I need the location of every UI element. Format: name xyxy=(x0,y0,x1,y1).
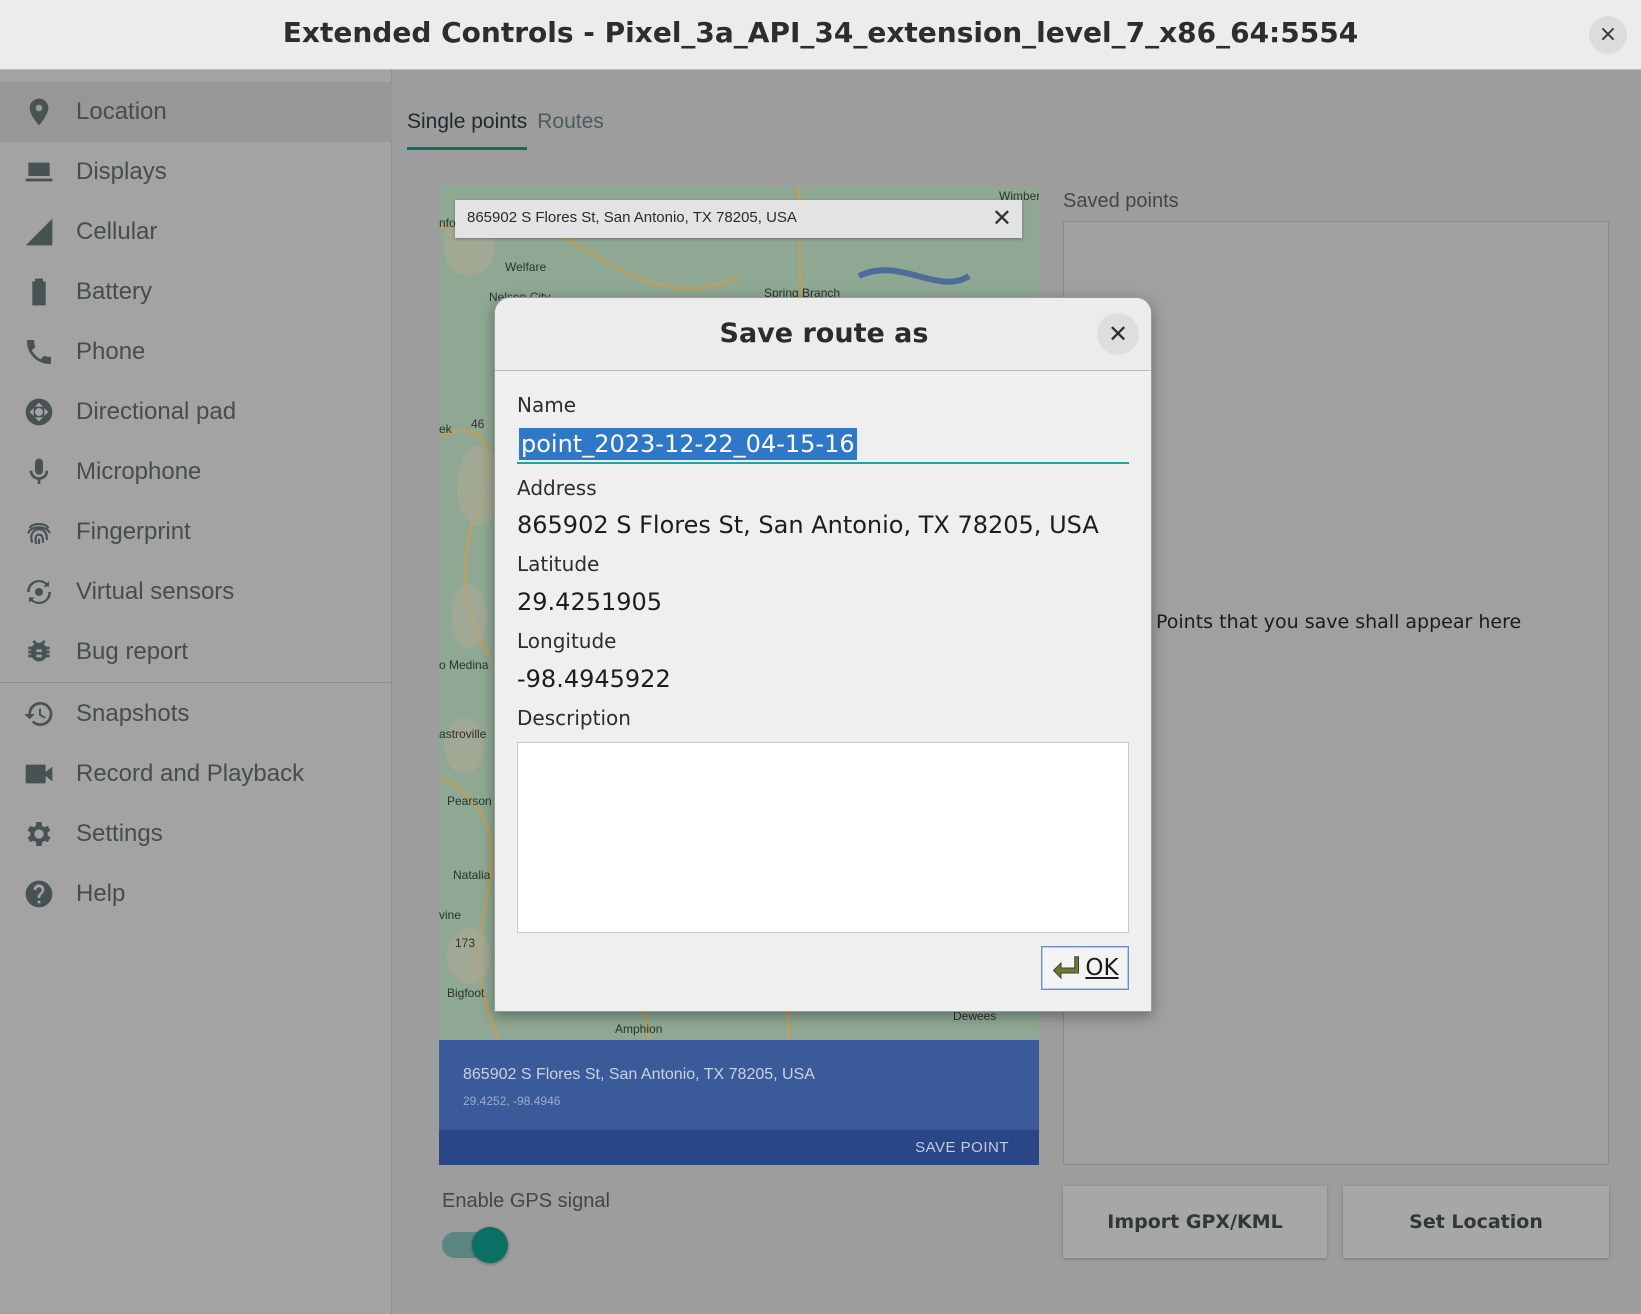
sidebar-item-cellular[interactable]: Cellular xyxy=(0,202,392,262)
sidebar-item-label: Directional pad xyxy=(76,398,237,425)
video-camera-icon xyxy=(22,757,56,791)
info-address: 865902 S Flores St, San Antonio, TX 7820… xyxy=(463,1066,815,1083)
enter-arrow-icon xyxy=(1053,956,1080,980)
sidebar-item-label: Virtual sensors xyxy=(76,578,235,605)
save-route-dialog: Save route as ✕ Name point_2023-12-22_04… xyxy=(494,297,1152,1012)
location-info-panel: 865902 S Flores St, San Antonio, TX 7820… xyxy=(439,1040,1039,1130)
map-label: Wimber xyxy=(999,189,1039,203)
help-icon xyxy=(22,877,56,911)
sidebar-item-phone[interactable]: Phone xyxy=(0,322,392,382)
longitude-label: Longitude xyxy=(517,629,617,653)
battery-icon xyxy=(22,275,56,309)
map-label: o Medina xyxy=(439,658,489,672)
dialog-title: Save route as xyxy=(719,318,929,349)
sidebar-item-record-and-playback[interactable]: Record and Playback xyxy=(0,744,392,804)
latitude-value: 29.4251905 xyxy=(517,588,663,616)
sidebar-item-label: Record and Playback xyxy=(76,760,305,787)
description-textarea[interactable] xyxy=(517,742,1129,933)
display-icon xyxy=(22,155,56,189)
map-label: Pearson xyxy=(447,794,492,808)
location-pin-icon xyxy=(22,95,56,129)
sidebar-item-microphone[interactable]: Microphone xyxy=(0,442,392,502)
phone-icon xyxy=(22,335,56,369)
virtual-sensors-icon xyxy=(22,575,56,609)
sidebar-item-label: Cellular xyxy=(76,218,158,245)
info-coordinates: 29.4252, -98.4946 xyxy=(463,1094,561,1108)
map-label: Amphion xyxy=(615,1022,663,1036)
microphone-icon xyxy=(22,455,56,489)
sidebar-item-virtual-sensors[interactable]: Virtual sensors xyxy=(0,562,392,622)
cellular-signal-icon xyxy=(22,215,56,249)
map-search-field[interactable]: 865902 S Flores St, San Antonio, TX 7820… xyxy=(455,200,1022,238)
map-label: 173 xyxy=(455,936,476,950)
dialog-close-button[interactable]: ✕ xyxy=(1097,313,1139,355)
ok-button[interactable]: OK xyxy=(1041,946,1129,990)
ok-button-label: OK xyxy=(1085,955,1119,981)
window-close-button[interactable]: × xyxy=(1589,16,1627,54)
sidebar-item-label: Help xyxy=(76,880,126,907)
name-input-selected-text: point_2023-12-22_04-15-16 xyxy=(519,428,857,460)
sidebar-item-fingerprint[interactable]: Fingerprint xyxy=(0,502,392,562)
sidebar-divider xyxy=(0,682,392,683)
address-label: Address xyxy=(517,476,597,500)
tab-single-points[interactable]: Single points xyxy=(407,110,528,150)
set-location-button[interactable]: Set Location xyxy=(1343,1186,1609,1258)
fingerprint-icon xyxy=(22,515,56,549)
sidebar-item-directional-pad[interactable]: Directional pad xyxy=(0,382,392,442)
sidebar-item-label: Snapshots xyxy=(76,700,190,727)
dpad-icon xyxy=(22,395,56,429)
sidebar-item-bug-report[interactable]: Bug report xyxy=(0,622,392,682)
import-gpx-kml-button[interactable]: Import GPX/KML xyxy=(1063,1186,1327,1258)
gps-toggle-knob xyxy=(472,1227,508,1263)
window-title: Extended Controls - Pixel_3a_API_34_exte… xyxy=(282,16,1359,49)
gps-toggle[interactable] xyxy=(442,1227,508,1263)
map-label: ek xyxy=(439,422,452,436)
map-search-value: 865902 S Flores St, San Antonio, TX 7820… xyxy=(467,209,797,226)
gear-icon xyxy=(22,817,56,851)
map-label: Natalia xyxy=(453,868,491,882)
sidebar-item-label: Bug report xyxy=(76,638,189,665)
bug-icon xyxy=(22,635,56,669)
sidebar-item-label: Phone xyxy=(76,338,146,365)
sidebar: Location Displays Cellular Battery Phone… xyxy=(0,70,392,1314)
longitude-value: -98.4945922 xyxy=(517,665,671,693)
saved-points-empty-text: Points that you save shall appear here xyxy=(1156,611,1522,633)
map-label: nfo xyxy=(439,216,456,230)
sidebar-item-battery[interactable]: Battery xyxy=(0,262,392,322)
tab-routes[interactable]: Routes xyxy=(537,110,604,150)
save-point-bar: SAVE POINT xyxy=(439,1130,1039,1165)
map-label: vine xyxy=(439,908,462,922)
gps-label: Enable GPS signal xyxy=(442,1190,610,1212)
sidebar-item-label: Microphone xyxy=(76,458,202,485)
map-label: astroville xyxy=(439,727,487,741)
latitude-label: Latitude xyxy=(517,552,600,576)
clear-search-icon[interactable]: ✕ xyxy=(992,204,1012,232)
name-input[interactable]: point_2023-12-22_04-15-16 xyxy=(517,426,1129,464)
sidebar-item-settings[interactable]: Settings xyxy=(0,804,392,864)
address-value: 865902 S Flores St, San Antonio, TX 7820… xyxy=(517,511,1099,539)
sidebar-item-label: Location xyxy=(76,98,167,125)
sidebar-item-location[interactable]: Location xyxy=(0,82,392,142)
sidebar-item-label: Fingerprint xyxy=(76,518,191,545)
save-point-button[interactable]: SAVE POINT xyxy=(915,1139,1009,1156)
location-tabs: Single points Routes xyxy=(407,110,614,150)
map-label: 46 xyxy=(471,417,485,431)
sidebar-item-label: Battery xyxy=(76,278,153,305)
name-label: Name xyxy=(517,393,577,417)
dialog-header: Save route as ✕ xyxy=(495,298,1151,371)
history-icon xyxy=(22,697,56,731)
map-label: Welfare xyxy=(505,260,547,274)
sidebar-item-displays[interactable]: Displays xyxy=(0,142,392,202)
sidebar-item-snapshots[interactable]: Snapshots xyxy=(0,684,392,744)
sidebar-item-label: Settings xyxy=(76,820,163,847)
window-titlebar: Extended Controls - Pixel_3a_API_34_exte… xyxy=(0,0,1641,70)
saved-points-title: Saved points xyxy=(1063,190,1179,212)
sidebar-item-label: Displays xyxy=(76,158,167,185)
sidebar-item-help[interactable]: Help xyxy=(0,864,392,924)
map-label: Bigfoot xyxy=(447,986,485,1000)
description-label: Description xyxy=(517,706,631,730)
